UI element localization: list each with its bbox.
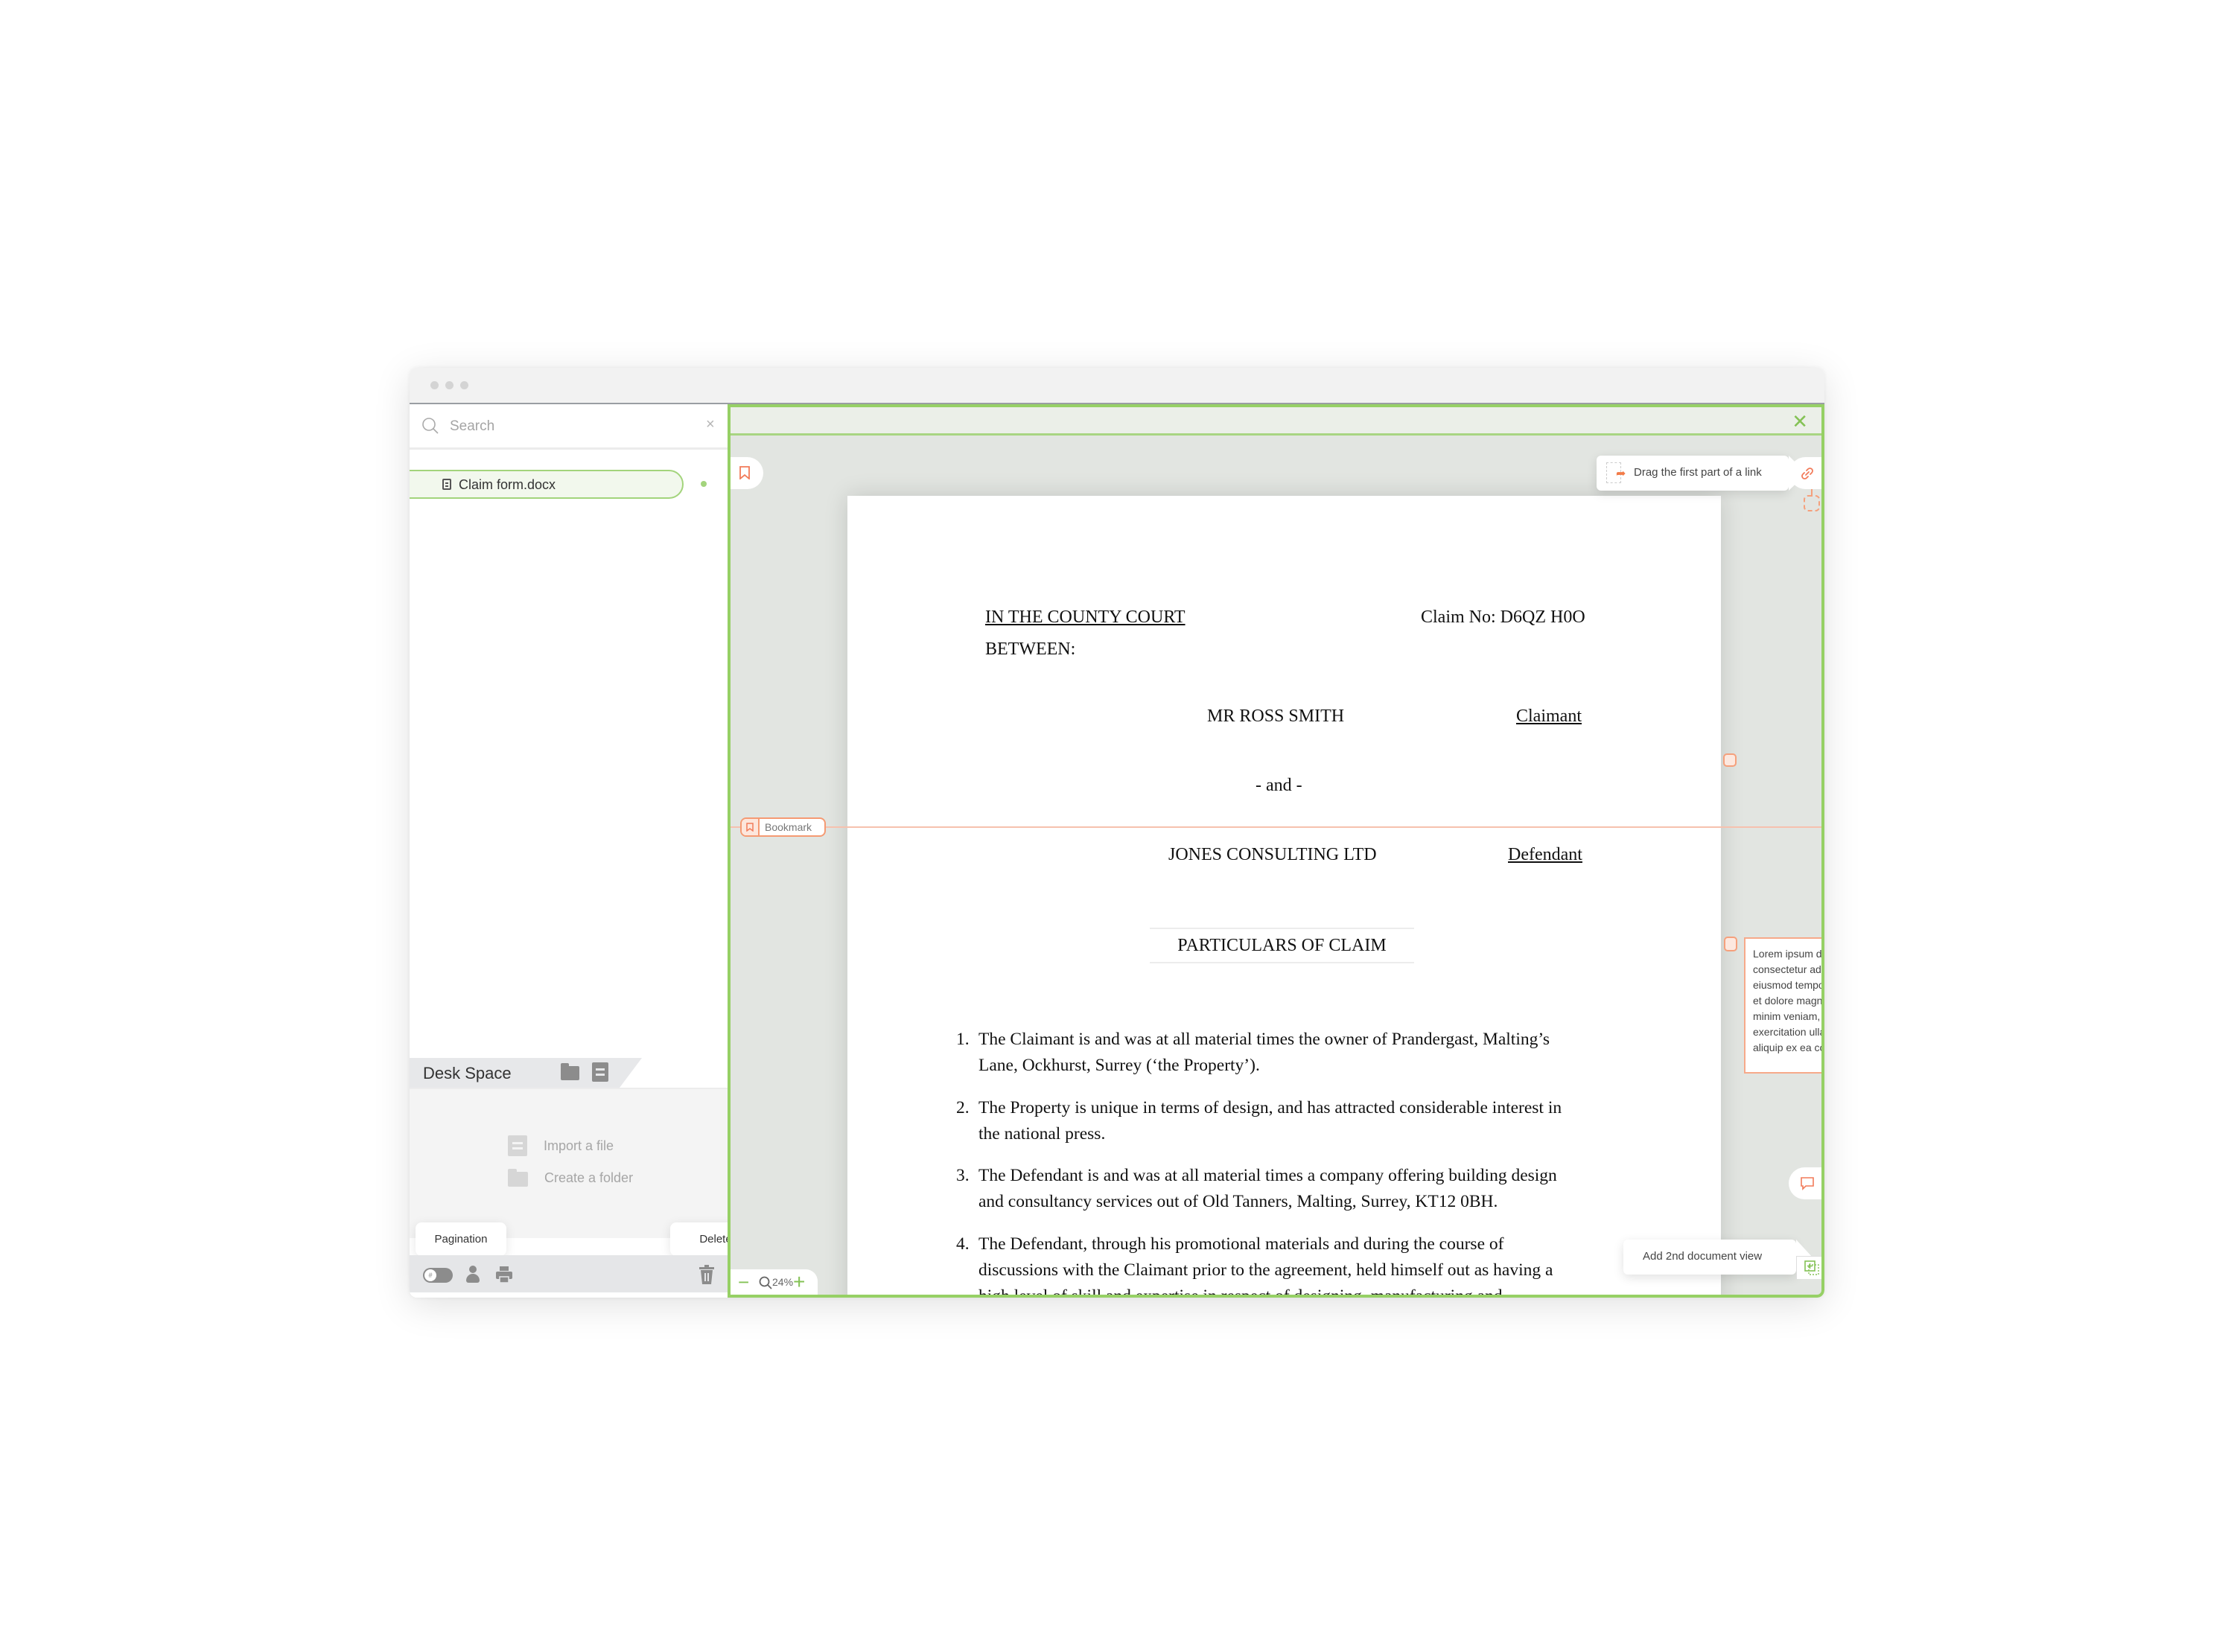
document-viewer: ✕ IN THE COUNTY COURT Claim No: D6QZ H0O… bbox=[728, 404, 1824, 1298]
defendant-name: JONES CONSULTING LTD bbox=[1168, 845, 1377, 864]
search-icon bbox=[422, 418, 439, 434]
add-document-view-button[interactable] bbox=[1796, 1256, 1821, 1279]
link-drop-target-icon[interactable] bbox=[1804, 495, 1820, 511]
link-anchor-icon[interactable] bbox=[1723, 753, 1737, 767]
link-icon bbox=[1801, 468, 1813, 479]
link-button[interactable] bbox=[1789, 457, 1821, 489]
court-heading: IN THE COUNTY COURT bbox=[985, 607, 1186, 627]
bookmark-label: Bookmark bbox=[765, 821, 812, 833]
file-item-claim-form[interactable]: Claim form.docx bbox=[410, 470, 684, 499]
link-tooltip: ➦ Drag the first part of a link bbox=[1597, 456, 1807, 491]
search-bar: × bbox=[410, 404, 728, 450]
paragraph-2: 2. The Property is unique in terms of des… bbox=[956, 1098, 1562, 1144]
bookmark-tag[interactable]: Bookmark bbox=[740, 817, 826, 837]
between-label: BETWEEN: bbox=[985, 640, 1076, 659]
folder-icon bbox=[508, 1169, 528, 1187]
trash-icon[interactable] bbox=[699, 1265, 714, 1284]
claim-number: Claim No: D6QZ H0O bbox=[1421, 607, 1585, 627]
zoom-control: − 24% + bbox=[731, 1269, 818, 1295]
file-status-dot bbox=[701, 481, 707, 487]
viewer-frame: ✕ IN THE COUNTY COURT Claim No: D6QZ H0O… bbox=[728, 404, 1824, 1298]
defendant-role: Defendant bbox=[1508, 845, 1582, 864]
window-control-minimize[interactable] bbox=[445, 381, 454, 389]
user-icon[interactable] bbox=[466, 1266, 480, 1283]
comment-box[interactable]: Lorem ipsum dolor sit amet, consectetur … bbox=[1744, 937, 1821, 1074]
file-icon bbox=[508, 1135, 527, 1156]
bookmark-icon bbox=[739, 466, 750, 479]
print-icon[interactable] bbox=[495, 1266, 513, 1283]
pagination-tooltip: Pagination bbox=[416, 1222, 506, 1263]
bookmark-line bbox=[731, 826, 1821, 828]
window-control-close[interactable] bbox=[430, 381, 439, 389]
file-icon[interactable] bbox=[592, 1062, 608, 1082]
title-bar bbox=[410, 368, 1824, 404]
sidebar: × Claim form.docx Desk Space Import a fi… bbox=[410, 404, 761, 1298]
app-window: × Claim form.docx Desk Space Import a fi… bbox=[410, 368, 1824, 1298]
import-file-button[interactable]: Import a file bbox=[508, 1135, 614, 1157]
add-view-tooltip-text: Add 2nd document view bbox=[1643, 1250, 1763, 1263]
drag-arrow-icon: ➦ bbox=[1616, 468, 1626, 480]
zoom-out-button[interactable]: − bbox=[738, 1271, 749, 1294]
bookmark-button[interactable] bbox=[731, 457, 763, 489]
create-folder-button[interactable]: Create a folder bbox=[508, 1167, 633, 1189]
paragraph-1: 1. The Claimant is and was at all materia… bbox=[956, 1030, 1550, 1075]
sidebar-toolbar: # bbox=[410, 1255, 728, 1292]
clear-search-icon[interactable]: × bbox=[706, 416, 715, 433]
zoom-level: 24% bbox=[772, 1276, 794, 1288]
and-separator: - and - bbox=[1256, 776, 1302, 795]
desk-space-panel: Import a file Create a folder bbox=[410, 1088, 728, 1238]
create-folder-label: Create a folder bbox=[544, 1170, 634, 1185]
paragraph-3: 3. The Defendant is and was at all materi… bbox=[956, 1166, 1557, 1211]
folder-icon[interactable] bbox=[561, 1063, 579, 1080]
document-icon bbox=[442, 479, 451, 490]
link-tooltip-text: Drag the first part of a link bbox=[1634, 466, 1762, 479]
desk-space-title: Desk Space bbox=[423, 1064, 512, 1082]
comment-icon bbox=[1801, 1177, 1814, 1190]
document-page: IN THE COUNTY COURT Claim No: D6QZ H0O B… bbox=[847, 496, 1721, 1298]
zoom-in-button[interactable]: + bbox=[793, 1270, 805, 1294]
add-view-tooltip: Add 2nd document view bbox=[1623, 1240, 1813, 1275]
import-file-label: Import a file bbox=[544, 1138, 614, 1153]
viewer-header: ✕ bbox=[731, 407, 1821, 436]
magnifier-icon bbox=[759, 1276, 772, 1289]
close-viewer-icon[interactable]: ✕ bbox=[1792, 410, 1808, 433]
bookmark-icon bbox=[742, 819, 760, 835]
pagination-hash-icon: # bbox=[424, 1269, 436, 1281]
pagination-toggle[interactable]: # bbox=[423, 1268, 453, 1283]
claimant-name: MR ROSS SMITH bbox=[1207, 707, 1345, 726]
particulars-heading: PARTICULARS OF CLAIM bbox=[1150, 928, 1414, 963]
desk-space-tab[interactable]: Desk Space bbox=[410, 1058, 642, 1088]
comment-anchor-icon[interactable] bbox=[1724, 937, 1737, 951]
search-input[interactable] bbox=[448, 415, 675, 438]
claimant-role: Claimant bbox=[1516, 707, 1582, 726]
window-control-maximize[interactable] bbox=[460, 381, 468, 389]
comment-button[interactable] bbox=[1789, 1167, 1821, 1199]
file-name: Claim form.docx bbox=[459, 477, 556, 492]
add-view-icon bbox=[1804, 1260, 1819, 1275]
paragraph-4: 4. The Defendant, through his promotional… bbox=[956, 1234, 1553, 1298]
